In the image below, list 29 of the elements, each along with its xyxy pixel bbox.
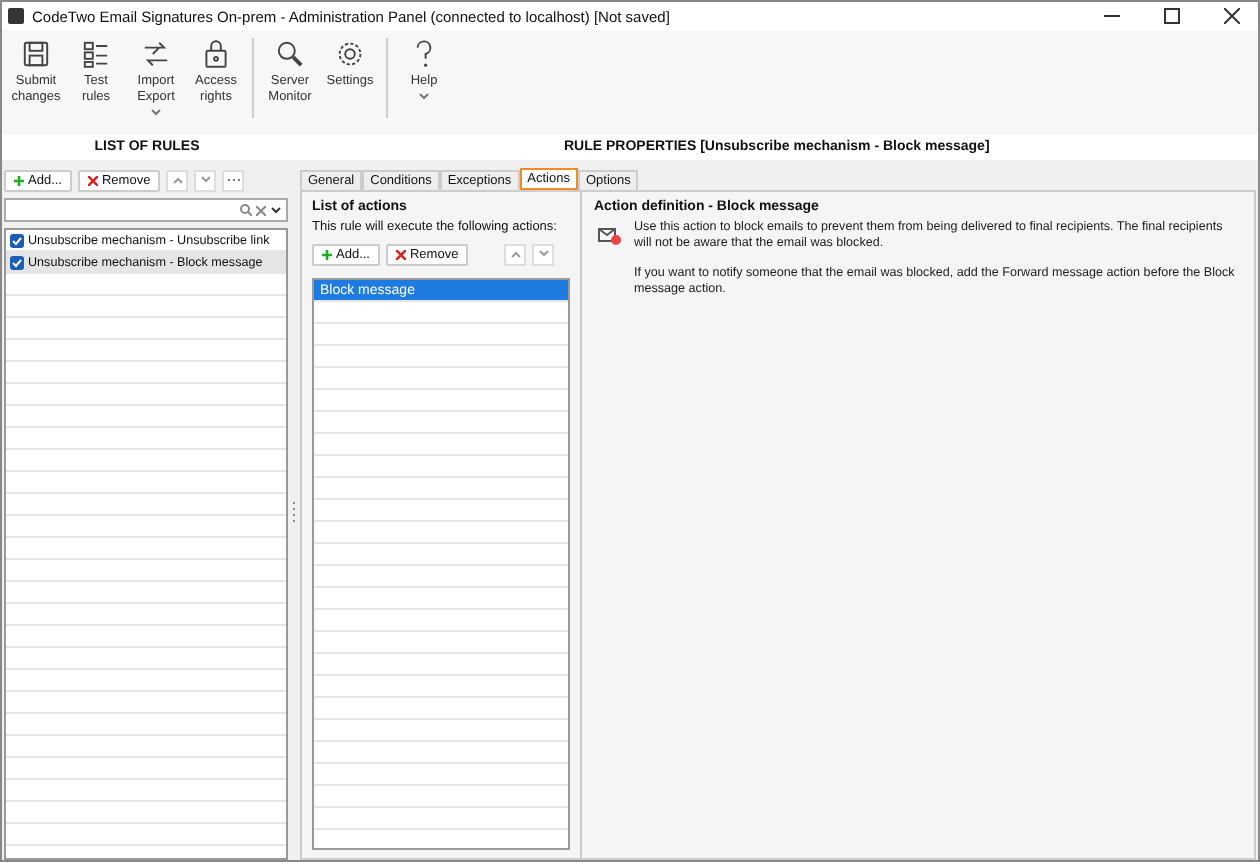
blocked-mail-icon bbox=[598, 226, 622, 246]
move-up-button[interactable] bbox=[166, 169, 189, 191]
move-down-button[interactable] bbox=[194, 169, 217, 191]
dropdown-icon[interactable] bbox=[270, 206, 282, 214]
move-up-button[interactable] bbox=[504, 243, 527, 265]
cross-icon bbox=[87, 175, 98, 185]
gear-icon bbox=[334, 38, 366, 70]
lock-icon bbox=[200, 38, 232, 70]
close-icon[interactable] bbox=[1224, 8, 1240, 24]
move-down-button[interactable] bbox=[532, 243, 555, 265]
minimize-icon[interactable] bbox=[1104, 14, 1120, 18]
cross-icon bbox=[395, 249, 406, 259]
plus-icon bbox=[322, 249, 332, 259]
search-field[interactable] bbox=[4, 198, 288, 222]
magnifier-icon bbox=[274, 38, 306, 70]
chevron-up-icon bbox=[171, 176, 184, 184]
chevron-down-icon bbox=[537, 250, 550, 258]
plus-icon bbox=[14, 175, 24, 185]
checkbox[interactable] bbox=[10, 234, 24, 248]
more-button[interactable] bbox=[222, 169, 245, 191]
arrows-icon bbox=[140, 38, 172, 70]
search-icon bbox=[240, 204, 252, 216]
app-logo-icon bbox=[8, 8, 24, 24]
clear-icon[interactable] bbox=[256, 205, 266, 215]
chevron-down-icon bbox=[199, 176, 212, 184]
checkbox[interactable] bbox=[10, 256, 24, 270]
checklist-icon bbox=[80, 38, 112, 70]
maximize-icon[interactable] bbox=[1164, 8, 1180, 24]
chevron-up-icon bbox=[509, 250, 522, 258]
